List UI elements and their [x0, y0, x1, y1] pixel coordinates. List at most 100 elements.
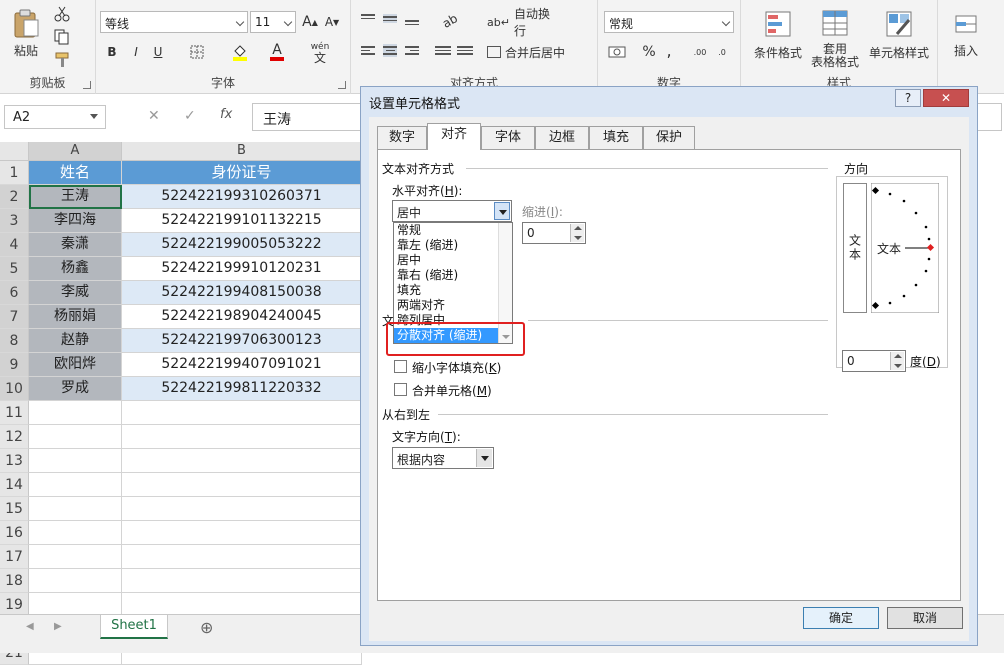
paste-button[interactable]: 粘贴	[6, 4, 46, 62]
id-number-cell[interactable]: 522422199310260371	[122, 185, 362, 209]
select-all-corner[interactable]	[0, 142, 29, 161]
id-number-cell[interactable]: 522422199706300123	[122, 329, 362, 353]
tab-3[interactable]: 边框	[535, 126, 589, 149]
tab-5[interactable]: 保护	[643, 126, 695, 149]
tab-4[interactable]: 填充	[589, 126, 643, 149]
empty-cell[interactable]	[29, 401, 122, 425]
dropdown-option[interactable]: 常规	[394, 223, 512, 238]
dropdown-option[interactable]: 两端对齐	[394, 298, 512, 313]
empty-cell[interactable]	[29, 545, 122, 569]
accounting-icon[interactable]	[608, 44, 626, 60]
cancel-entry-icon[interactable]: ✕	[148, 108, 160, 124]
row-header[interactable]: 9	[0, 353, 29, 377]
row-header[interactable]: 16	[0, 521, 29, 545]
sheet-tab-sheet1[interactable]: Sheet1	[100, 615, 168, 639]
id-number-cell[interactable]: 522422199811220332	[122, 377, 362, 401]
header-cell-name[interactable]: 姓名	[29, 161, 122, 185]
empty-cell[interactable]	[29, 497, 122, 521]
row-header[interactable]: 7	[0, 305, 29, 329]
name-cell[interactable]: 杨丽娟	[29, 305, 122, 329]
insert-button[interactable]: 插入	[944, 4, 988, 66]
row-header[interactable]: 5	[0, 257, 29, 281]
cancel-button[interactable]: 取消	[887, 607, 963, 629]
empty-cell[interactable]	[122, 449, 362, 473]
indent-stepper[interactable]: 0	[522, 222, 586, 244]
ok-button[interactable]: 确定	[803, 607, 879, 629]
format-painter-icon[interactable]	[54, 52, 70, 68]
id-number-cell[interactable]: 522422198904240045	[122, 305, 362, 329]
empty-cell[interactable]	[29, 449, 122, 473]
align-middle-icon[interactable]	[383, 14, 397, 23]
row-header[interactable]: 3	[0, 209, 29, 233]
degree-stepper[interactable]: 0	[842, 350, 906, 372]
align-center-icon[interactable]	[383, 44, 397, 57]
name-cell[interactable]: 秦潇	[29, 233, 122, 257]
row-header[interactable]: 14	[0, 473, 29, 497]
row-header[interactable]: 10	[0, 377, 29, 401]
row-header[interactable]: 15	[0, 497, 29, 521]
empty-cell[interactable]	[122, 497, 362, 521]
align-right-icon[interactable]	[405, 44, 419, 57]
scroll-right-icon[interactable]: ▶	[54, 621, 62, 632]
increase-decimal-icon[interactable]: .00	[690, 42, 710, 62]
align-top-icon[interactable]	[361, 12, 375, 21]
row-header[interactable]: 1	[0, 161, 29, 185]
id-number-cell[interactable]: 522422199910120231	[122, 257, 362, 281]
name-cell[interactable]: 王涛	[29, 185, 122, 209]
copy-icon[interactable]	[54, 29, 70, 45]
fill-color-icon[interactable]	[232, 43, 248, 61]
name-cell[interactable]: 李威	[29, 281, 122, 305]
percent-button[interactable]: %	[640, 42, 658, 62]
scroll-left-icon[interactable]: ◀	[26, 621, 34, 632]
horizontal-align-select[interactable]: 居中	[392, 200, 512, 222]
empty-cell[interactable]	[122, 545, 362, 569]
decrease-decimal-icon[interactable]: .0	[712, 42, 732, 62]
id-number-cell[interactable]: 522422199408150038	[122, 281, 362, 305]
tab-1[interactable]: 对齐	[427, 123, 481, 150]
font-size-select[interactable]: 11	[250, 11, 296, 33]
row-header[interactable]: 13	[0, 449, 29, 473]
row-header[interactable]: 6	[0, 281, 29, 305]
dropdown-option[interactable]: 居中	[394, 253, 512, 268]
shrink-font-icon[interactable]: A ▼	[322, 12, 342, 32]
decrease-indent-icon[interactable]	[435, 44, 451, 57]
help-button[interactable]: ?	[895, 89, 921, 107]
empty-cell[interactable]	[122, 569, 362, 593]
id-number-cell[interactable]: 522422199407091021	[122, 353, 362, 377]
column-header-a[interactable]: A	[29, 142, 122, 161]
confirm-entry-icon[interactable]: ✓	[184, 108, 196, 124]
increase-indent-icon[interactable]	[457, 44, 473, 57]
insert-function-icon[interactable]: fx	[220, 107, 232, 122]
cell-styles-button[interactable]: 单元格样式	[865, 4, 933, 66]
empty-cell[interactable]	[122, 401, 362, 425]
font-launcher-icon[interactable]	[338, 81, 346, 89]
comma-button[interactable]: ,	[662, 40, 676, 60]
format-as-table-button[interactable]: 套用 表格格式	[805, 4, 865, 74]
cut-icon[interactable]	[54, 6, 70, 22]
bold-button[interactable]: B	[102, 42, 122, 62]
text-direction-select[interactable]: 根据内容	[392, 447, 494, 469]
id-number-cell[interactable]: 522422199101132215	[122, 209, 362, 233]
tab-0[interactable]: 数字	[377, 126, 427, 149]
row-header[interactable]: 18	[0, 569, 29, 593]
add-sheet-icon[interactable]: ⊕	[200, 618, 213, 637]
row-header[interactable]: 17	[0, 545, 29, 569]
font-name-select[interactable]: 等线	[100, 11, 248, 33]
dropdown-option[interactable]: 靠右 (缩进)	[394, 268, 512, 283]
number-format-select[interactable]: 常规	[604, 11, 734, 33]
spin-icon[interactable]	[570, 224, 584, 242]
clipboard-launcher-icon[interactable]	[83, 81, 91, 89]
name-cell[interactable]: 赵静	[29, 329, 122, 353]
empty-cell[interactable]	[29, 521, 122, 545]
empty-cell[interactable]	[29, 425, 122, 449]
empty-cell[interactable]	[29, 569, 122, 593]
name-box[interactable]: A2	[4, 105, 106, 129]
row-header[interactable]: 2	[0, 185, 29, 209]
empty-cell[interactable]	[29, 473, 122, 497]
close-button[interactable]: ✕	[923, 89, 969, 107]
name-cell[interactable]: 李四海	[29, 209, 122, 233]
dropdown-option[interactable]: 靠左 (缩进)	[394, 238, 512, 253]
name-cell[interactable]: 杨鑫	[29, 257, 122, 281]
italic-button[interactable]: I	[126, 42, 146, 62]
grow-font-icon[interactable]: A ▲	[300, 12, 320, 32]
